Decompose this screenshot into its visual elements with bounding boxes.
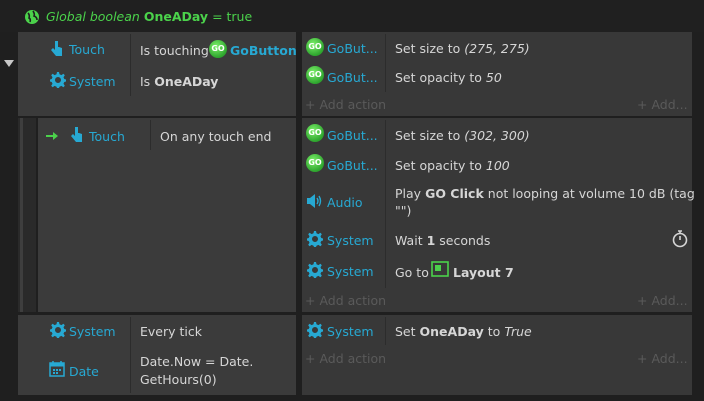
condition-text[interactable]: On any touch end [160, 129, 271, 144]
action-object-label[interactable]: GoBut... [327, 70, 378, 85]
gear-icon [50, 72, 66, 88]
condition-text-line2: GetHours(0) [140, 372, 217, 387]
condition-object-label[interactable]: System [69, 324, 116, 339]
condition-target[interactable]: GoButton [230, 43, 297, 58]
action-text[interactable]: Wait 1 seconds [395, 233, 490, 248]
add-more-button[interactable]: + Add... [637, 97, 688, 112]
condition-object-label[interactable]: System [69, 74, 116, 89]
speaker-icon [307, 194, 322, 208]
action-object-label[interactable]: GoBut... [327, 128, 378, 143]
calendar-icon [49, 361, 65, 377]
add-action-button[interactable]: + Add action [305, 293, 386, 308]
globe-icon [25, 10, 39, 24]
global-var-value: = true [212, 9, 253, 24]
action-object-label[interactable]: GoBut... [327, 158, 378, 173]
gear-icon [307, 231, 323, 247]
gobutton-icon: GO [306, 124, 324, 142]
gobutton-icon: GO [209, 40, 227, 58]
gobutton-icon: GO [306, 154, 324, 172]
action-object-label[interactable]: System [327, 233, 374, 248]
action-text-line2: "") [395, 203, 412, 218]
action-object-label[interactable]: Audio [327, 195, 363, 210]
condition-object-label[interactable]: Touch [69, 42, 105, 57]
condition-object-label[interactable]: Date [69, 364, 99, 379]
action-text[interactable]: Set size to (275, 275) [395, 41, 530, 56]
condition-text[interactable]: Every tick [140, 324, 202, 339]
gear-icon [50, 322, 66, 338]
action-text[interactable]: Set opacity to 100 [395, 158, 510, 173]
action-text[interactable]: Set size to (302, 300) [395, 128, 530, 143]
touch-icon [51, 41, 62, 56]
action-object-label[interactable]: System [327, 264, 374, 279]
add-action-button[interactable]: + Add action [305, 351, 386, 366]
touch-icon [71, 127, 82, 142]
action-text[interactable]: Set opacity to 50 [395, 70, 502, 85]
gear-icon [307, 322, 323, 338]
gear-icon [307, 262, 323, 278]
action-text[interactable]: Go to [395, 265, 429, 280]
condition-object-label[interactable]: Touch [89, 129, 125, 144]
global-variable-header[interactable]: Global boolean OneADay = true [0, 0, 704, 32]
layout-icon [431, 261, 449, 277]
gobutton-icon: GO [306, 66, 324, 84]
condition-text[interactable]: Date.Now = Date. [140, 354, 253, 369]
action-object-label[interactable]: System [327, 324, 374, 339]
add-action-button[interactable]: + Add action [305, 97, 386, 112]
condition-text[interactable]: Is OneADay [140, 74, 218, 89]
add-more-button[interactable]: + Add... [637, 351, 688, 366]
action-object-label[interactable]: GoBut... [327, 41, 378, 56]
trigger-arrow-icon [46, 132, 58, 140]
global-var-name: OneADay [143, 9, 209, 24]
gobutton-icon: GO [306, 38, 324, 56]
action-text[interactable]: Set OneADay to True [395, 324, 532, 339]
stopwatch-icon [672, 230, 688, 248]
layout-name[interactable]: Layout 7 [453, 265, 514, 280]
add-more-button[interactable]: + Add... [637, 293, 688, 308]
action-text[interactable]: Play GO Click not looping at volume 10 d… [395, 186, 695, 201]
condition-text[interactable]: Is touching [140, 43, 209, 58]
conditions-panel-2 [38, 118, 296, 312]
global-var-prefix: Global boolean [46, 9, 140, 24]
collapse-arrow-icon[interactable] [4, 60, 14, 68]
